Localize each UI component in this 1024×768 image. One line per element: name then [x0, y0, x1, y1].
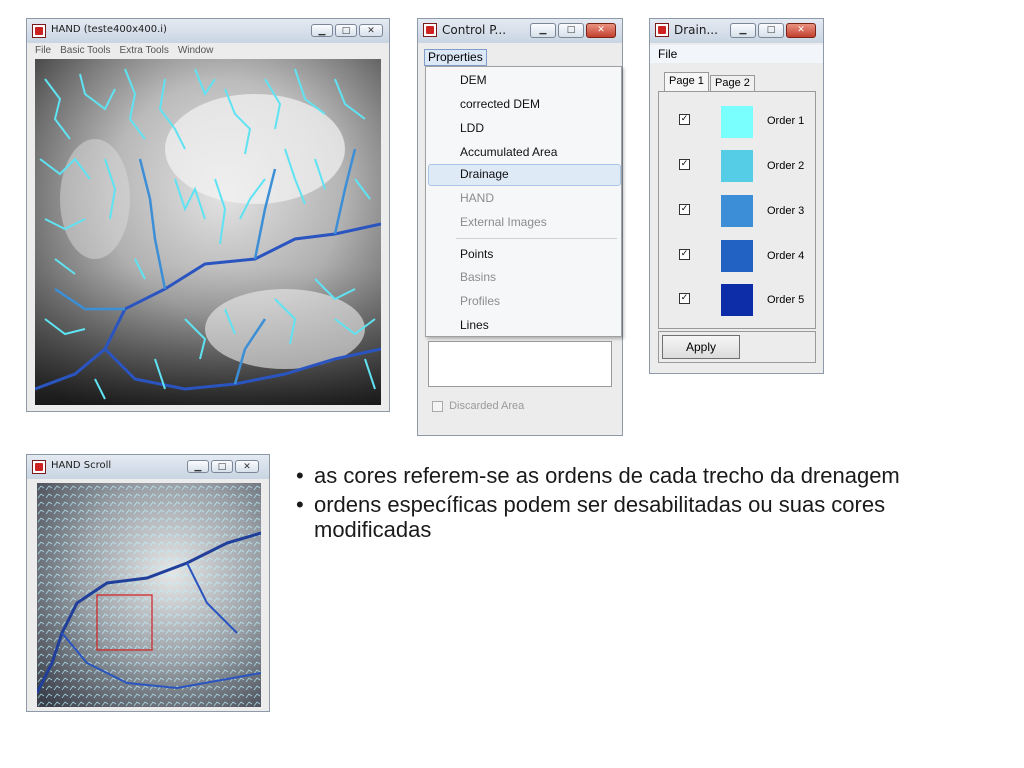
menu-file[interactable]: File — [35, 45, 51, 56]
minimize-button[interactable]: ▁ — [730, 23, 756, 38]
menu-item-drainage[interactable]: Drainage — [460, 167, 509, 181]
scroll-window-title: HAND Scroll — [51, 460, 112, 471]
minimize-button[interactable]: ▁ — [187, 460, 209, 473]
tab-page-2[interactable]: Page 2 — [710, 75, 755, 92]
order-3-color-swatch[interactable] — [721, 195, 753, 227]
menu-item-lines[interactable]: Lines — [460, 318, 489, 332]
menu-basic-tools[interactable]: Basic Tools — [60, 45, 110, 56]
order-1-label: Order 1 — [767, 115, 805, 127]
minimize-button[interactable]: ▁ — [530, 23, 556, 38]
drainage-titlebar[interactable]: Drain... ▁ □ ✕ — [650, 19, 823, 43]
properties-menu-button[interactable]: Properties — [424, 49, 487, 66]
bullet-list: • as cores referem-se as ordens de cada … — [296, 463, 996, 546]
app-icon — [423, 23, 437, 37]
menu-item-ldd[interactable]: LDD — [460, 121, 484, 135]
order-3-checkbox[interactable]: ✓ — [679, 204, 690, 215]
order-1-checkbox[interactable]: ✓ — [679, 114, 690, 125]
menu-item-points[interactable]: Points — [460, 247, 493, 261]
order-4-checkbox[interactable]: ✓ — [679, 249, 690, 260]
menu-highlight — [428, 164, 621, 186]
tab-page-1-label: Page 1 — [669, 75, 704, 87]
properties-label: Properties — [428, 50, 483, 64]
dem-drainage-map[interactable] — [34, 59, 382, 405]
close-button[interactable]: ✕ — [235, 460, 259, 473]
menu-extra-tools[interactable]: Extra Tools — [120, 45, 169, 56]
order-row-5: ✓ Order 5 — [659, 284, 815, 316]
drainage-window: Drain... ▁ □ ✕ File Page 1 Page 2 ✓ Orde… — [649, 18, 824, 374]
drainage-map-image — [34, 59, 382, 405]
bullet-item: • ordens específicas podem ser desabilit… — [296, 492, 996, 542]
bullet-dot: • — [296, 463, 304, 488]
menu-item-profiles: Profiles — [460, 294, 501, 308]
order-2-checkbox[interactable]: ✓ — [679, 159, 690, 170]
bullet-text-2: ordens específicas podem ser desabilitad… — [314, 492, 886, 542]
order-4-color-swatch[interactable] — [721, 240, 753, 272]
scroll-titlebar[interactable]: HAND Scroll ▁ □ ✕ — [27, 455, 269, 479]
close-button[interactable]: ✕ — [359, 24, 383, 37]
apply-button[interactable]: Apply — [662, 335, 740, 359]
order-row-1: ✓ Order 1 — [659, 106, 815, 138]
order-5-color-swatch[interactable] — [721, 284, 753, 316]
order-5-label: Order 5 — [767, 294, 805, 306]
order-row-2: ✓ Order 2 — [659, 150, 815, 182]
hand-window-titlebar[interactable]: HAND (teste400x400.i) ▁ □ ✕ — [27, 19, 389, 43]
tab-page-1[interactable]: Page 1 — [664, 72, 709, 92]
close-button[interactable]: ✕ — [586, 23, 616, 38]
menu-window[interactable]: Window — [178, 45, 214, 56]
drainage-window-title: Drain... — [674, 23, 718, 37]
menu-item-dem[interactable]: DEM — [460, 73, 487, 87]
maximize-button[interactable]: □ — [211, 460, 233, 473]
discarded-area-row[interactable]: Discarded Area — [432, 400, 524, 412]
tab-page-2-label: Page 2 — [715, 77, 750, 89]
menu-item-external-images: External Images — [460, 215, 547, 229]
close-button[interactable]: ✕ — [786, 23, 816, 38]
order-2-color-swatch[interactable] — [721, 150, 753, 182]
bullet-text-1: as cores referem-se as ordens de cada tr… — [314, 463, 900, 488]
order-2-label: Order 2 — [767, 160, 805, 172]
menu-separator — [456, 238, 617, 239]
menu-item-corrected-dem[interactable]: corrected DEM — [460, 97, 540, 111]
order-4-label: Order 4 — [767, 250, 805, 262]
overview-map[interactable] — [35, 483, 262, 707]
discarded-area-checkbox[interactable] — [432, 400, 443, 412]
properties-dropdown: DEM corrected DEM LDD Accumulated Area D… — [425, 66, 622, 337]
order-3-label: Order 3 — [767, 205, 805, 217]
hand-window: HAND (teste400x400.i) ▁ □ ✕ File Basic T… — [26, 18, 390, 412]
minimize-button[interactable]: ▁ — [311, 24, 333, 37]
overview-map-image — [35, 483, 262, 707]
app-icon — [32, 24, 46, 38]
bullet-item: • as cores referem-se as ordens de cada … — [296, 463, 996, 488]
list-box[interactable] — [428, 341, 612, 387]
maximize-button[interactable]: □ — [558, 23, 584, 38]
app-icon — [655, 23, 669, 37]
apply-bar: Apply — [658, 331, 816, 363]
control-window-title: Control P... — [442, 23, 507, 37]
order-1-color-swatch[interactable] — [721, 106, 753, 138]
menu-item-hand: HAND — [460, 191, 495, 205]
menu-file[interactable]: File — [658, 47, 677, 61]
discarded-area-label: Discarded Area — [449, 400, 525, 413]
app-icon — [32, 460, 46, 474]
control-titlebar[interactable]: Control P... ▁ □ ✕ — [418, 19, 622, 43]
tab-panel: ✓ Order 1 ✓ Order 2 ✓ Order 3 ✓ Order 4 … — [658, 91, 816, 329]
maximize-button[interactable]: □ — [758, 23, 784, 38]
order-row-3: ✓ Order 3 — [659, 195, 815, 227]
maximize-button[interactable]: □ — [335, 24, 357, 37]
hand-menubar: File Basic Tools Extra Tools Window — [27, 41, 389, 59]
order-5-checkbox[interactable]: ✓ — [679, 293, 690, 304]
menu-item-basins: Basins — [460, 270, 497, 284]
apply-label: Apply — [685, 340, 717, 354]
menu-item-accumulated-area[interactable]: Accumulated Area — [460, 145, 557, 159]
bullet-dot: • — [296, 492, 304, 517]
hand-scroll-window: HAND Scroll ▁ □ ✕ — [26, 454, 270, 712]
drainage-menubar: File — [650, 45, 823, 63]
window-title: HAND (teste400x400.i) — [51, 24, 167, 35]
order-row-4: ✓ Order 4 — [659, 240, 815, 272]
